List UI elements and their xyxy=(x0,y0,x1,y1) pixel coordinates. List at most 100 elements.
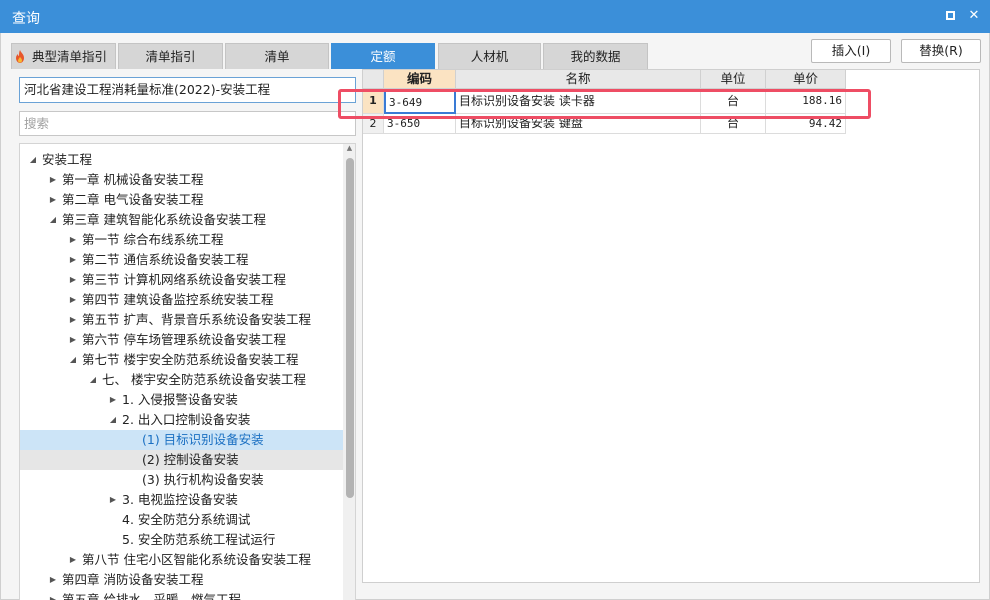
cell-unit[interactable]: 台 xyxy=(701,89,766,114)
window-title: 查询 xyxy=(12,11,40,27)
tree-item-label: (3) 执行机构设备安装 xyxy=(142,472,264,487)
tree-item-label: 安装工程 xyxy=(42,152,93,167)
column-header-price[interactable]: 单价 xyxy=(766,70,846,89)
tree-item-label: 第二章 电气设备安装工程 xyxy=(62,192,204,207)
cell-price[interactable]: 188.16 xyxy=(766,89,846,114)
tree-item[interactable]: ▶ 第六节 停车场管理系统设备安装工程 xyxy=(20,330,343,350)
close-icon[interactable]: ✕ xyxy=(964,6,984,26)
tree-item[interactable]: (3) 执行机构设备安装 xyxy=(20,470,343,490)
cell-name[interactable]: 目标识别设备安装 读卡器 xyxy=(456,89,701,114)
tree-item[interactable]: ▶ 第二章 电气设备安装工程 xyxy=(20,190,343,210)
collapsed-arrow-icon[interactable]: ▶ xyxy=(68,550,78,570)
tree-item[interactable]: ▶ 第八节 住宅小区智能化系统设备安装工程 xyxy=(20,550,343,570)
window-titlebar: 查询 ✕ xyxy=(0,0,990,33)
tab-quota[interactable]: 定额 xyxy=(331,43,435,69)
tree-item[interactable]: ◢ 第七节 楼宇安全防范系统设备安装工程 xyxy=(20,350,343,370)
tree-item-label: (2) 控制设备安装 xyxy=(142,452,239,467)
collapsed-arrow-icon[interactable]: ▶ xyxy=(68,250,78,270)
tree-item[interactable]: (2) 控制设备安装 xyxy=(20,450,343,470)
tab-labor-material-machine[interactable]: 人材机 xyxy=(438,43,541,69)
collapsed-arrow-icon[interactable]: ▶ xyxy=(108,490,118,510)
left-panel: 河北省建设工程消耗量标准(2022)-安装工程 ▶ 第五章 给排水、采暖、燃气工程… xyxy=(19,71,357,600)
column-header-unit[interactable]: 单位 xyxy=(701,70,766,89)
tree-item[interactable]: ◢ 2. 出入口控制设备安装 xyxy=(20,410,343,430)
tree-item-label: 第三章 建筑智能化系统设备安装工程 xyxy=(62,212,266,227)
tree-item-label: 4. 安全防范分系统调试 xyxy=(122,512,251,527)
collapsed-arrow-icon[interactable]: ▶ xyxy=(68,290,78,310)
tree-item[interactable]: ▶ 1. 入侵报警设备安装 xyxy=(20,390,343,410)
tree-item[interactable]: ▶ 第四章 消防设备安装工程 xyxy=(20,570,343,590)
tree-item-label: 1. 入侵报警设备安装 xyxy=(122,392,238,407)
tree-item-label: 第五章 给排水、采暖、燃气工程 xyxy=(62,592,241,600)
chapter-tree: ▶ 第五章 给排水、采暖、燃气工程 ▶ 第四章 消防设备安装工程 ▶ 第八节 住宅小区智能… xyxy=(19,143,356,600)
collapsed-arrow-icon[interactable]: ▶ xyxy=(48,190,58,210)
collapsed-arrow-icon[interactable]: ▶ xyxy=(68,230,78,250)
tree-item[interactable]: ▶ 第一节 综合布线系统工程 xyxy=(20,230,343,250)
tab-bill[interactable]: 清单 xyxy=(225,43,329,69)
replace-button[interactable]: 替换(R) xyxy=(901,39,981,63)
expanded-arrow-icon[interactable]: ◢ xyxy=(108,410,118,430)
tree-item[interactable]: ◢ 第三章 建筑智能化系统设备安装工程 xyxy=(20,210,343,230)
column-header-name[interactable]: 名称 xyxy=(456,70,701,89)
tree-item[interactable]: ▶ 3. 电视监控设备安装 xyxy=(20,490,343,510)
expanded-arrow-icon[interactable]: ◢ xyxy=(48,210,58,230)
tree-item-label: 第三节 计算机网络系统设备安装工程 xyxy=(82,272,286,287)
tab-bill-guide[interactable]: 清单指引 xyxy=(118,43,223,69)
tree-item[interactable]: ▶ 第四节 建筑设备监控系统安装工程 xyxy=(20,290,343,310)
tree-scrollbar[interactable]: ▲ ▼ xyxy=(343,144,355,600)
tree-item-label: 2. 出入口控制设备安装 xyxy=(122,412,251,427)
column-header-code[interactable]: 编码 xyxy=(384,70,456,89)
tab-label: 清单 xyxy=(264,49,290,64)
tree-item-label: 第四章 消防设备安装工程 xyxy=(62,572,204,587)
cell-price[interactable]: 94.42 xyxy=(766,114,846,134)
insert-button[interactable]: 插入(I) xyxy=(811,39,891,63)
tree-item[interactable]: ▶ 第二节 通信系统设备安装工程 xyxy=(20,250,343,270)
tree-item-label: 3. 电视监控设备安装 xyxy=(122,492,238,507)
expanded-arrow-icon[interactable]: ◢ xyxy=(88,370,98,390)
row-number[interactable]: 1 xyxy=(363,89,384,114)
collapsed-arrow-icon[interactable]: ▶ xyxy=(68,310,78,330)
tab-typical-bill-guide[interactable]: 典型清单指引 xyxy=(11,43,116,69)
dialog-content: 典型清单指引 清单指引 清单 定额 人材机 我的数据 插入(I) 替换(R) 河… xyxy=(0,33,990,600)
tree-item-label: 第二节 通信系统设备安装工程 xyxy=(82,252,249,267)
tree-item-label: 第一节 综合布线系统工程 xyxy=(82,232,224,247)
search-box xyxy=(19,111,356,136)
cell-unit[interactable]: 台 xyxy=(701,114,766,134)
collapsed-arrow-icon[interactable]: ▶ xyxy=(48,590,58,600)
tree-item[interactable]: ◢ 七、 楼宇安全防范系统设备安装工程 xyxy=(20,370,343,390)
scroll-thumb[interactable] xyxy=(346,158,354,498)
collapsed-arrow-icon[interactable]: ▶ xyxy=(68,330,78,350)
collapsed-arrow-icon[interactable]: ▶ xyxy=(68,270,78,290)
search-input[interactable] xyxy=(24,116,344,131)
tree-item[interactable]: ▶ 第一章 机械设备安装工程 xyxy=(20,170,343,190)
tree-item-label: 第一章 机械设备安装工程 xyxy=(62,172,204,187)
tree-item-label: (1) 目标识别设备安装 xyxy=(142,432,264,447)
library-select[interactable]: 河北省建设工程消耗量标准(2022)-安装工程 xyxy=(19,77,356,103)
tree-item[interactable]: 5. 安全防范系统工程试运行 xyxy=(20,530,343,550)
fire-icon xyxy=(16,50,24,63)
scroll-up-icon[interactable]: ▲ xyxy=(344,144,355,152)
cell-code[interactable]: 3-650 xyxy=(384,114,456,134)
collapsed-arrow-icon[interactable]: ▶ xyxy=(48,570,58,590)
cell-code[interactable]: 3-649 xyxy=(384,89,456,114)
tab-my-data[interactable]: 我的数据 xyxy=(543,43,648,69)
tree-item[interactable]: ▶ 第五章 给排水、采暖、燃气工程 xyxy=(20,590,343,600)
tree-item[interactable]: 4. 安全防范分系统调试 xyxy=(20,510,343,530)
tree-item[interactable]: ▶ 第五节 扩声、背景音乐系统设备安装工程 xyxy=(20,310,343,330)
expanded-arrow-icon[interactable]: ◢ xyxy=(28,150,38,170)
tree-item-label: 第四节 建筑设备监控系统安装工程 xyxy=(82,292,274,307)
tab-label: 人材机 xyxy=(470,49,509,64)
maximize-icon[interactable] xyxy=(940,6,960,26)
tree-item[interactable]: (1) 目标识别设备安装 xyxy=(20,430,343,450)
tree-item-label: 5. 安全防范系统工程试运行 xyxy=(122,532,276,547)
row-number[interactable]: 2 xyxy=(363,114,384,134)
tab-label: 清单指引 xyxy=(145,49,196,64)
tree-item-label: 第五节 扩声、背景音乐系统设备安装工程 xyxy=(82,312,311,327)
collapsed-arrow-icon[interactable]: ▶ xyxy=(108,390,118,410)
tree-item[interactable]: ◢ 安装工程 xyxy=(20,150,343,170)
quota-grid-panel: 编码 名称 单位 单价 1 3-649 目标识别设备安装 读卡器 台 188.1… xyxy=(362,69,980,583)
cell-name[interactable]: 目标识别设备安装 键盘 xyxy=(456,114,701,134)
expanded-arrow-icon[interactable]: ◢ xyxy=(68,350,78,370)
collapsed-arrow-icon[interactable]: ▶ xyxy=(48,170,58,190)
tree-item[interactable]: ▶ 第三节 计算机网络系统设备安装工程 xyxy=(20,270,343,290)
